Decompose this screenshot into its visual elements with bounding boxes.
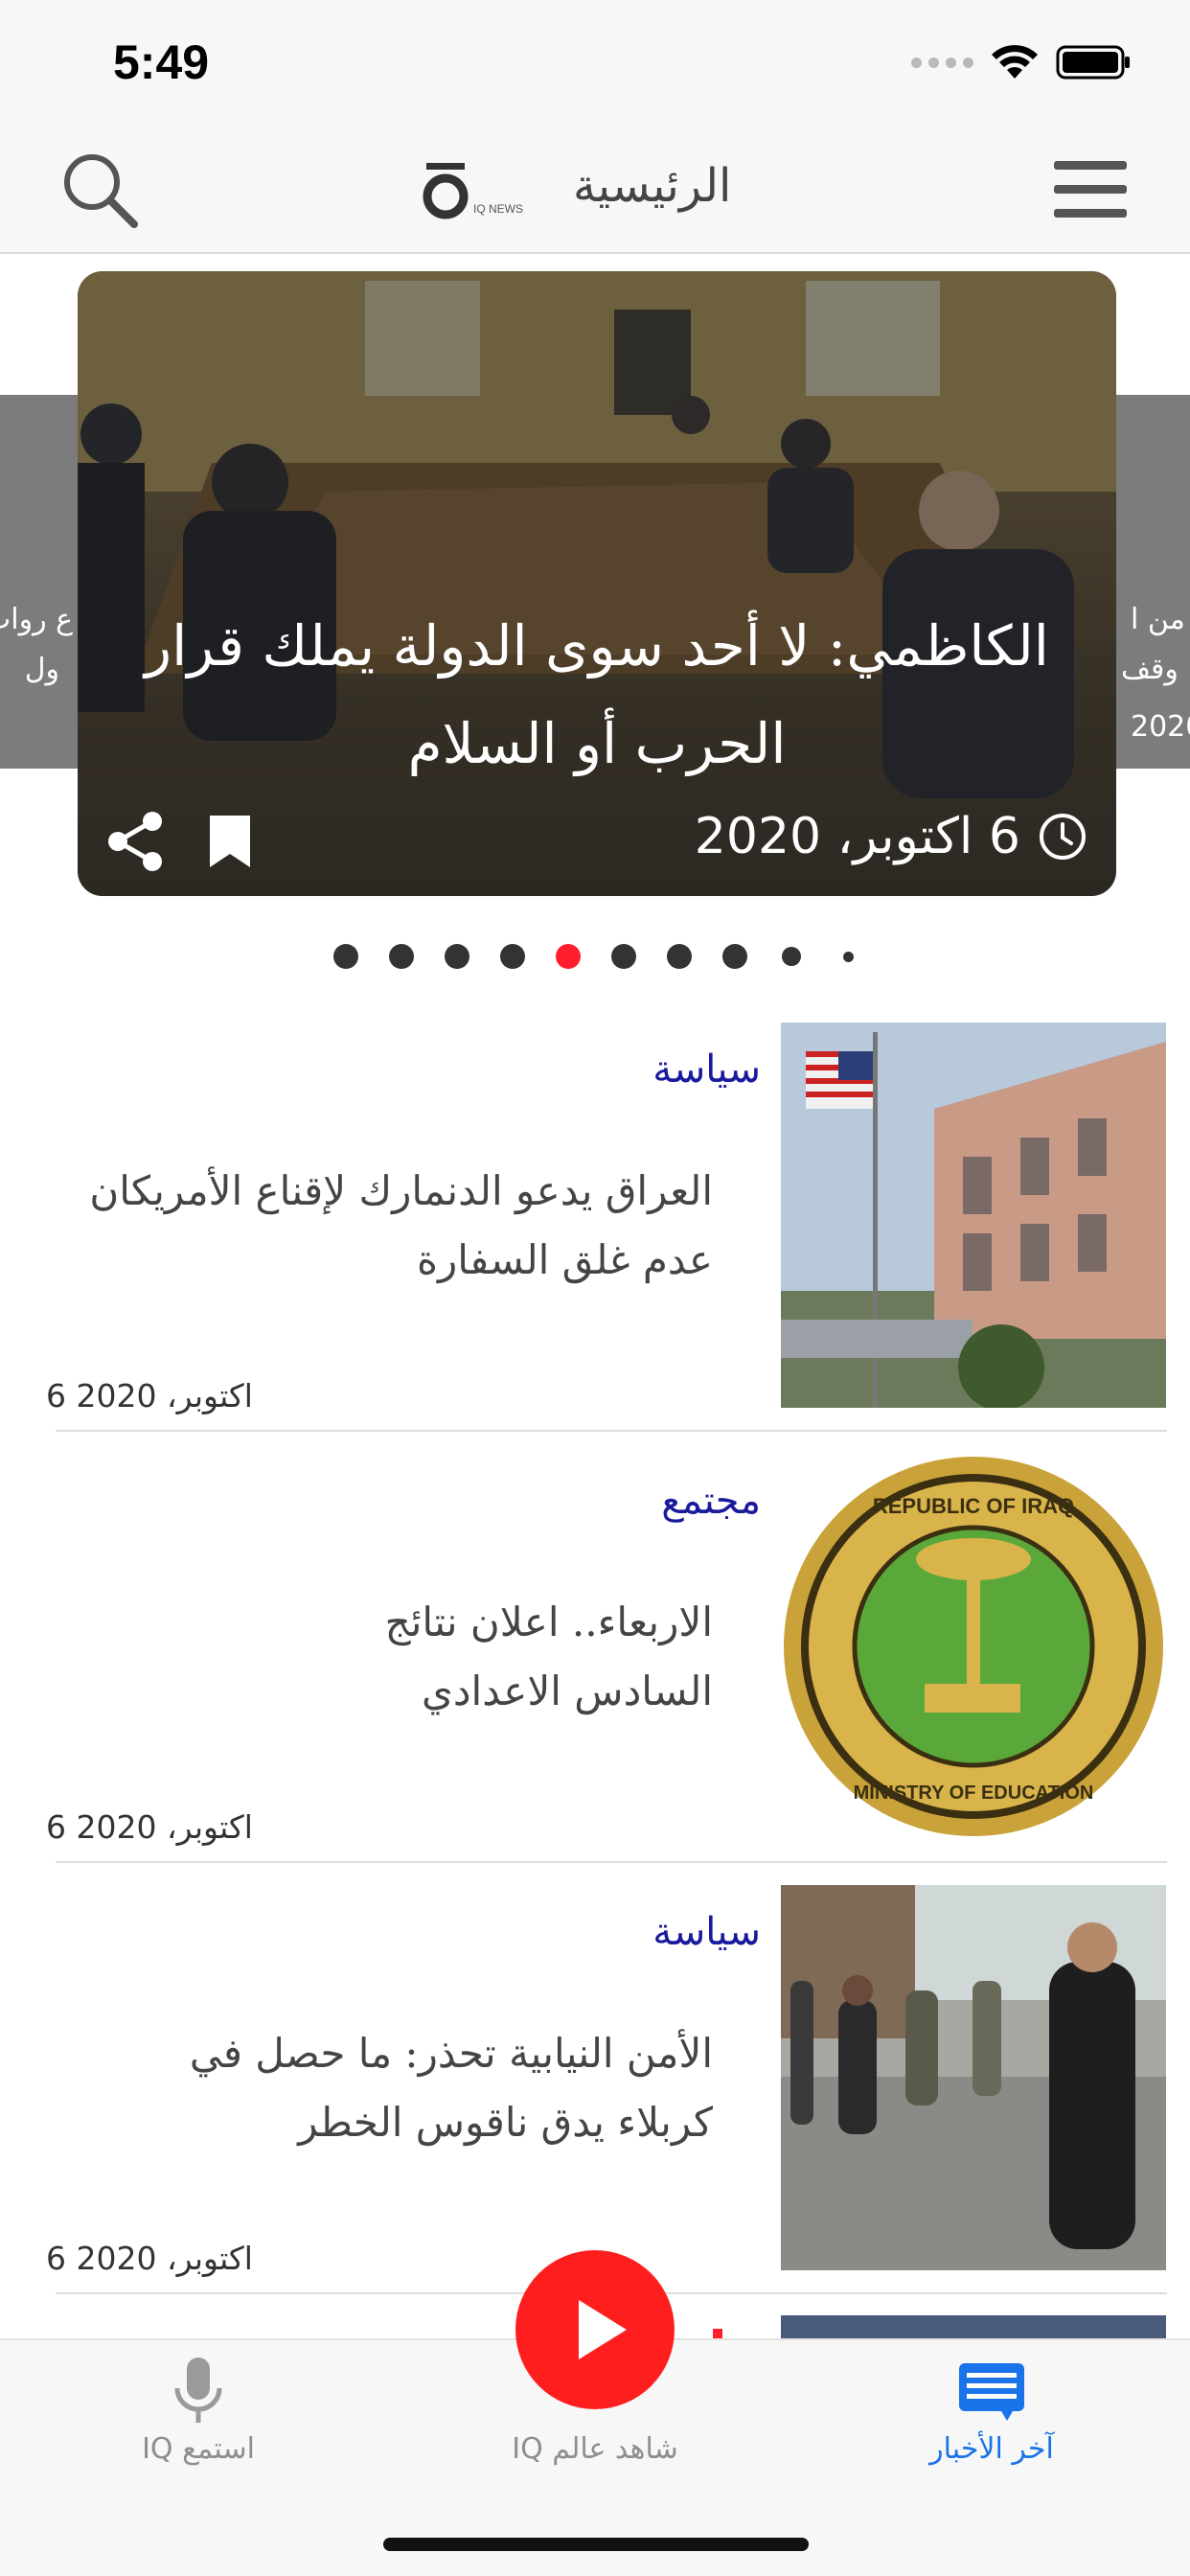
microphone-icon (160, 2352, 237, 2428)
svg-text:REPUBLIC OF IRAQ: REPUBLIC OF IRAQ (873, 1494, 1074, 1518)
tab-label: استمع IQ (142, 2432, 255, 2466)
news-list-icon (953, 2352, 1030, 2428)
battery-icon (1056, 45, 1130, 80)
svg-text:IQ NEWS: IQ NEWS (473, 202, 523, 216)
page-dot[interactable] (333, 944, 358, 969)
page-dot[interactable] (445, 944, 469, 969)
wifi-icon (992, 45, 1038, 79)
news-item[interactable]: سياسة العراق يدعو الدنمارك لإقناع الأمري… (0, 1023, 1190, 1454)
search-icon[interactable] (59, 150, 140, 230)
next-card-line: من ا (1131, 603, 1185, 636)
svg-text:MINISTRY OF EDUCATION: MINISTRY OF EDUCATION (854, 1782, 1094, 1804)
menu-icon[interactable] (1054, 161, 1127, 218)
status-bar: 5:49 (0, 0, 1190, 125)
status-icons (911, 44, 1133, 80)
play-button[interactable] (515, 2250, 675, 2409)
tab-latest-news[interactable]: آخر الأخبار (793, 2340, 1190, 2532)
play-icon (579, 2300, 627, 2359)
signal-icon (911, 57, 973, 68)
app-logo: IQ NEWS (422, 153, 527, 230)
tab-label: شاهد عالم IQ (512, 2432, 678, 2466)
tab-listen[interactable]: استمع IQ (0, 2340, 397, 2532)
page-dot[interactable] (722, 944, 747, 969)
news-headline[interactable]: العراق يدعو الدنمارك لإقناع الأمريكان عد… (52, 1157, 713, 1295)
news-headline[interactable]: الاربعاء.. اعلان نتائج السادس الاعدادي (310, 1588, 713, 1726)
news-item-partial[interactable] (781, 2315, 1166, 2338)
status-time: 5:49 (113, 35, 210, 89)
news-date: 6 اكتوبر، 2020 (46, 1377, 253, 1414)
page-dot[interactable] (500, 944, 525, 969)
home-indicator[interactable] (383, 2538, 809, 2551)
carousel-next-card[interactable]: من ا وقف 2020 (1115, 395, 1190, 769)
divider (56, 1430, 1167, 1432)
news-category-partial (713, 2329, 722, 2338)
news-category[interactable]: سياسة (652, 1910, 761, 1954)
app-header: IQ NEWS الرئيسية (0, 125, 1190, 254)
news-item[interactable]: REPUBLIC OF IRAQ MINISTRY OF EDUCATION م… (0, 1454, 1190, 1885)
page-dot[interactable] (843, 952, 854, 962)
next-card-line: 2020 (1131, 710, 1190, 744)
page-dot[interactable] (782, 947, 801, 966)
news-thumbnail: REPUBLIC OF IRAQ MINISTRY OF EDUCATION (781, 1454, 1166, 1839)
divider (56, 1861, 1167, 1863)
prev-card-line: ول (24, 653, 59, 686)
page-dot[interactable] (667, 944, 692, 969)
page-title: الرئيسية (573, 159, 732, 213)
clock-icon (1040, 814, 1086, 860)
featured-title: الكاظمي: لا أحد سوى الدولة يملك قرار الح… (145, 613, 1049, 776)
featured-date-text: 6 اكتوبر، 2020 (694, 808, 1020, 865)
bookmark-icon[interactable] (208, 814, 252, 869)
featured-news-card[interactable]: الكاظمي: لا أحد سوى الدولة يملك قرار الح… (78, 271, 1116, 896)
news-category[interactable]: سياسة (652, 1047, 761, 1092)
news-date: 6 اكتوبر، 2020 (46, 1808, 253, 1846)
page-dot[interactable] (389, 944, 414, 969)
share-icon[interactable] (106, 810, 164, 873)
carousel-prev-card[interactable]: ع روات ول (0, 395, 79, 769)
page-dot[interactable] (611, 944, 636, 969)
tab-label: آخر الأخبار (929, 2432, 1054, 2466)
prev-card-line: ع روات (0, 603, 73, 636)
news-thumbnail (781, 1885, 1166, 2270)
carousel-page-indicator[interactable] (0, 942, 1190, 971)
news-headline[interactable]: الأمن النيابية تحذر: ما حصل في كربلاء يد… (138, 2019, 713, 2157)
next-card-line: وقف (1121, 653, 1179, 686)
news-category[interactable]: مجتمع (661, 1479, 761, 1523)
page-dot-active[interactable] (556, 944, 581, 969)
featured-date: 6 اكتوبر، 2020 (695, 808, 1087, 865)
news-thumbnail (781, 1023, 1166, 1408)
news-date: 6 اكتوبر، 2020 (46, 2240, 253, 2277)
